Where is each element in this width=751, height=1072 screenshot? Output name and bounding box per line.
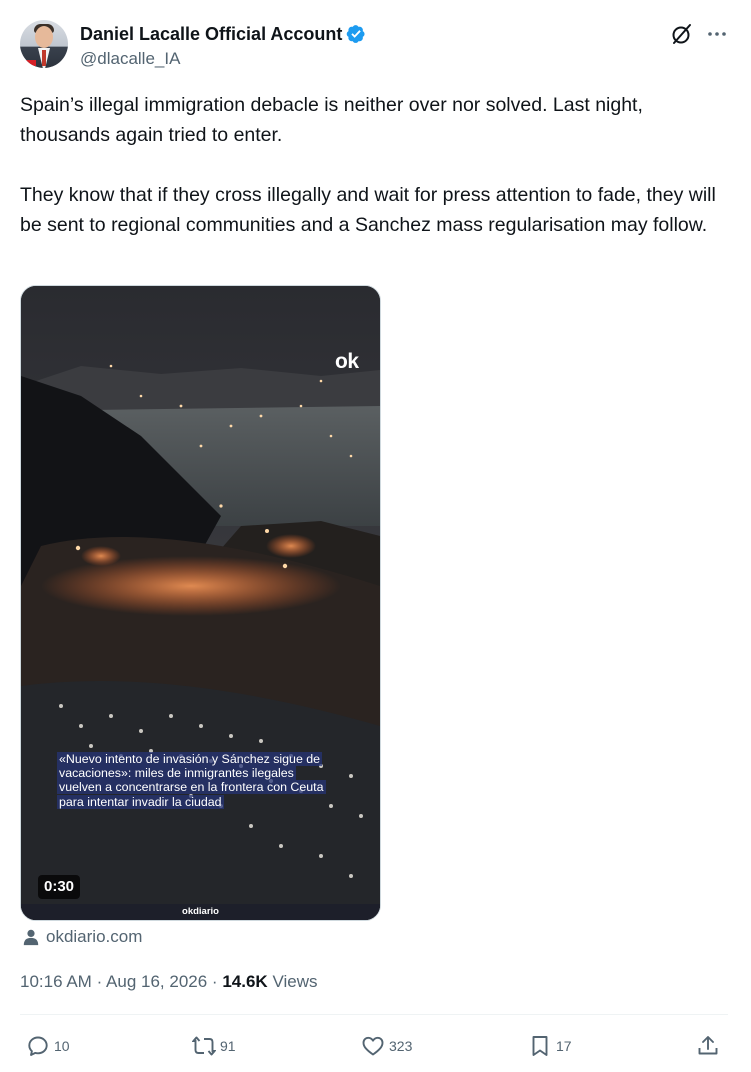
- like-button[interactable]: 323: [361, 1030, 412, 1062]
- tweet-date[interactable]: Aug 16, 2026: [106, 972, 207, 991]
- repost-button[interactable]: 91: [192, 1030, 236, 1062]
- tweet-paragraph: Spain’s illegal immigration debacle is n…: [20, 94, 643, 146]
- share-icon: [698, 1036, 718, 1055]
- like-count: 323: [389, 1038, 413, 1054]
- repost-icon: [192, 1036, 216, 1056]
- reply-count: 10: [54, 1038, 70, 1054]
- like-icon: [362, 1036, 384, 1056]
- video-caption-text: «Nuevo intento de invasión y Sánchez sig…: [57, 752, 326, 809]
- bookmark-button[interactable]: 17: [528, 1030, 572, 1062]
- tweet-header: Daniel Lacalle Official Account @dlacall…: [20, 18, 731, 72]
- video-duration: 0:30: [38, 875, 81, 899]
- views-count: 14.6K: [222, 972, 268, 991]
- tweet-paragraph: They know that if they cross illegally a…: [20, 184, 716, 236]
- views-label: Views: [272, 972, 318, 991]
- author-name[interactable]: Daniel Lacalle Official Account: [80, 22, 342, 46]
- action-bar: 10 91 323 17: [0, 1030, 751, 1062]
- reply-icon: [28, 1036, 48, 1056]
- tweet-meta: 10:16 AM · Aug 16, 2026 · 14.6K Views: [20, 970, 317, 994]
- more-icon[interactable]: [704, 22, 730, 46]
- video-source-bar: okdiario: [21, 904, 380, 920]
- tweet-time[interactable]: 10:16 AM: [20, 972, 92, 991]
- video-logo: ok: [335, 350, 359, 373]
- video-source: okdiario: [182, 906, 219, 917]
- repost-count: 91: [220, 1038, 236, 1054]
- grok-icon[interactable]: [670, 22, 694, 46]
- bookmark-icon: [532, 1036, 548, 1056]
- divider: [20, 1014, 728, 1015]
- bookmark-count: 17: [556, 1038, 572, 1054]
- link-source[interactable]: okdiario.com: [22, 926, 142, 948]
- author-handle[interactable]: @dlacalle_IA: [80, 48, 180, 70]
- meta-separator: ·: [211, 972, 218, 991]
- verified-badge-icon[interactable]: [346, 24, 366, 44]
- tweet-text: Spain’s illegal immigration debacle is n…: [20, 90, 731, 270]
- link-domain[interactable]: okdiario.com: [46, 927, 142, 947]
- video-caption: «Nuevo intento de invasión y Sánchez sig…: [57, 752, 329, 809]
- meta-separator: ·: [96, 972, 103, 991]
- author-name-row: Daniel Lacalle Official Account: [80, 22, 366, 46]
- video-player[interactable]: ok «Nuevo intento de invasión y Sánchez …: [20, 285, 381, 921]
- reply-button[interactable]: 10: [26, 1030, 70, 1062]
- video-thumbnail: [21, 286, 380, 920]
- avatar[interactable]: [20, 20, 68, 68]
- share-button[interactable]: [696, 1030, 720, 1062]
- person-icon: [23, 929, 39, 946]
